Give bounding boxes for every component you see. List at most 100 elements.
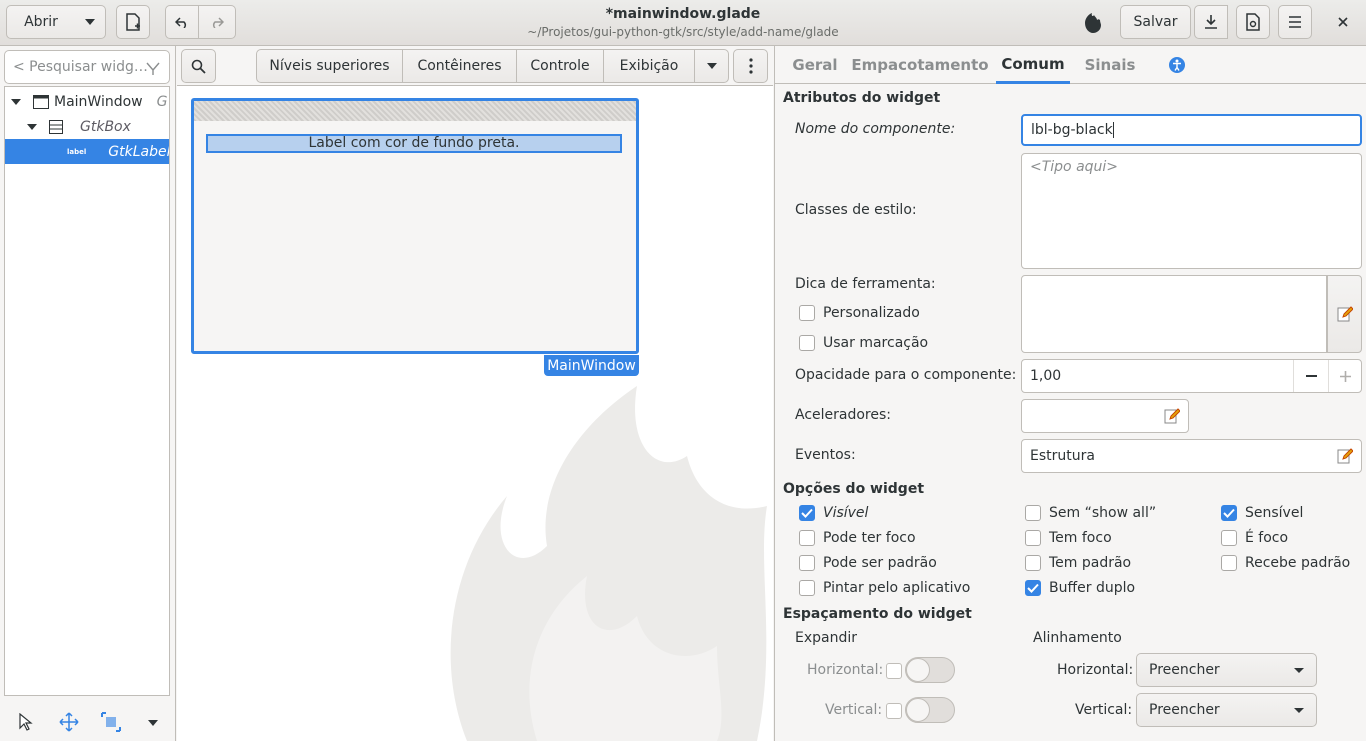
margins-icon[interactable] [101, 712, 121, 732]
opacity-spin[interactable]: 1,00 [1021, 359, 1362, 393]
expander-down-icon[interactable] [27, 123, 37, 130]
palette-options-button[interactable] [733, 49, 768, 83]
name-label: Nome do componente: [795, 121, 956, 137]
tab-packing[interactable]: Empacotamento [851, 46, 988, 84]
tab-label: Comum [1001, 54, 1065, 73]
expand-vertical-switch[interactable] [905, 697, 955, 723]
increment-button[interactable] [1328, 360, 1362, 392]
expand-label: Expandir [795, 630, 858, 646]
tree-item-mainwindow[interactable]: MainWindow G [5, 89, 169, 114]
style-placeholder: <Tipo aqui> [1030, 159, 1119, 175]
print-preview-button[interactable] [1236, 5, 1270, 39]
app-paintable-checkbox[interactable]: Pintar pelo aplicativo [799, 580, 970, 596]
checkbox-box [1025, 555, 1041, 571]
save-button[interactable]: Salvar [1120, 5, 1191, 39]
palette-label: Controle [530, 58, 590, 74]
inspector-tabs: Geral Empacotamento Comum Sinais [775, 46, 1366, 84]
document-search-icon [1246, 13, 1260, 31]
label-icon: label [67, 147, 87, 156]
dropdown-arrow-icon [1294, 708, 1304, 713]
palette-control-button[interactable]: Controle [516, 49, 604, 83]
filter-icon[interactable] [145, 60, 161, 76]
can-focus-checkbox[interactable]: Pode ter foco [799, 530, 916, 546]
dropdown-arrow-icon [1294, 668, 1304, 673]
checkbox-box [799, 530, 815, 546]
tab-label: Geral [792, 56, 838, 74]
search-placeholder: < Pesquisar widg… [13, 59, 148, 75]
tooltip-input[interactable] [1021, 275, 1327, 353]
editing-mode-tools [0, 701, 176, 741]
search-icon [191, 59, 206, 74]
checkbox-label: Sensível [1245, 505, 1304, 521]
widget-tree[interactable]: MainWindow G GtkBox label GtkLabel [4, 86, 170, 696]
palette-label: Níveis superiores [269, 58, 390, 74]
use-markup-checkbox[interactable]: Usar marcação [799, 335, 928, 351]
expand-horizontal-checkbox[interactable] [886, 663, 902, 679]
move-icon[interactable] [59, 712, 79, 732]
name-input[interactable]: lbl-bg-black [1021, 114, 1362, 146]
events-label: Eventos: [795, 447, 856, 463]
close-button[interactable] [1326, 5, 1360, 39]
save-as-button[interactable] [1194, 5, 1228, 39]
opacity-label: Opacidade para o componente: [795, 367, 1017, 383]
tab-general[interactable]: Geral [785, 46, 845, 84]
expander-down-icon[interactable] [11, 98, 21, 105]
expand-vertical-checkbox[interactable] [886, 703, 902, 719]
edit-pencil-icon[interactable] [1337, 448, 1353, 464]
decrement-button[interactable] [1293, 360, 1328, 392]
valign-dropdown[interactable]: Preencher [1136, 693, 1317, 727]
has-default-checkbox[interactable]: Tem padrão [1025, 555, 1131, 571]
tab-accessibility[interactable] [1160, 46, 1194, 84]
checkbox-label: Sem “show all” [1049, 505, 1157, 521]
tooltip-edit-button[interactable] [1327, 275, 1362, 353]
visible-checkbox[interactable]: Visível [799, 505, 868, 521]
tree-item-gtklabel[interactable]: label GtkLabel [5, 139, 169, 164]
tooltip-label: Dica de ferramenta: [795, 276, 936, 292]
main-menu-button[interactable] [1278, 5, 1312, 39]
sensitive-checkbox[interactable]: Sensível [1221, 505, 1303, 521]
checkbox-box [799, 305, 815, 321]
style-classes-input[interactable]: <Tipo aqui> [1021, 153, 1362, 269]
is-focus-checkbox[interactable]: É foco [1221, 530, 1288, 546]
widget-search-input[interactable]: < Pesquisar widg… [4, 50, 170, 84]
checkbox-label: Visível [823, 505, 869, 521]
main-window-preview[interactable]: Label com cor de fundo preta. [191, 98, 639, 354]
custom-tooltip-checkbox[interactable]: Personalizado [799, 305, 920, 321]
tab-common[interactable]: Comum [996, 46, 1070, 84]
save-label: Salvar [1133, 14, 1178, 30]
property-inspector: Geral Empacotamento Comum Sinais Atribut… [774, 46, 1366, 741]
pointer-icon[interactable] [18, 713, 34, 731]
tab-signals[interactable]: Sinais [1082, 46, 1138, 84]
checkbox-label: Pintar pelo aplicativo [823, 580, 971, 596]
checkbox-label: Pode ter foco [823, 530, 916, 546]
plus-icon [1340, 370, 1351, 382]
search-widget-button[interactable] [181, 49, 216, 83]
accelerators-input[interactable] [1021, 399, 1189, 433]
receives-default-checkbox[interactable]: Recebe padrão [1221, 555, 1350, 571]
palette-containers-button[interactable]: Contêineres [402, 49, 517, 83]
expand-horizontal-switch[interactable] [905, 657, 955, 683]
edit-pencil-icon[interactable] [1164, 408, 1180, 424]
no-show-all-checkbox[interactable]: Sem “show all” [1025, 505, 1156, 521]
palette-toplevels-button[interactable]: Níveis superiores [256, 49, 403, 83]
section-widget-attributes: Atributos do widget [783, 90, 941, 106]
halign-dropdown[interactable]: Preencher [1136, 653, 1317, 687]
events-input[interactable]: Estrutura [1021, 439, 1362, 473]
double-buffered-checkbox[interactable]: Buffer duplo [1025, 580, 1135, 596]
widget-tree-panel: < Pesquisar widg… MainWindow G GtkBox la… [0, 46, 176, 741]
checkbox-label: Tem padrão [1049, 555, 1132, 571]
palette-label: Contêineres [417, 58, 502, 74]
chevron-down-icon [706, 63, 717, 69]
chevron-down-icon[interactable] [148, 720, 158, 726]
hamburger-menu-icon [1289, 16, 1301, 28]
can-default-checkbox[interactable]: Pode ser padrão [799, 555, 937, 571]
tree-item-gtkbox[interactable]: GtkBox [5, 114, 169, 139]
valign-value: Preencher [1149, 702, 1220, 718]
has-focus-checkbox[interactable]: Tem foco [1025, 530, 1112, 546]
window-titlebar-preview [194, 101, 636, 121]
palette-display-button[interactable]: Exibição [603, 49, 695, 83]
label-widget-preview[interactable]: Label com cor de fundo preta. [206, 134, 622, 153]
window-icon [33, 94, 49, 109]
expand-vertical-label: Vertical: [825, 702, 883, 718]
palette-more-button[interactable] [694, 49, 729, 83]
